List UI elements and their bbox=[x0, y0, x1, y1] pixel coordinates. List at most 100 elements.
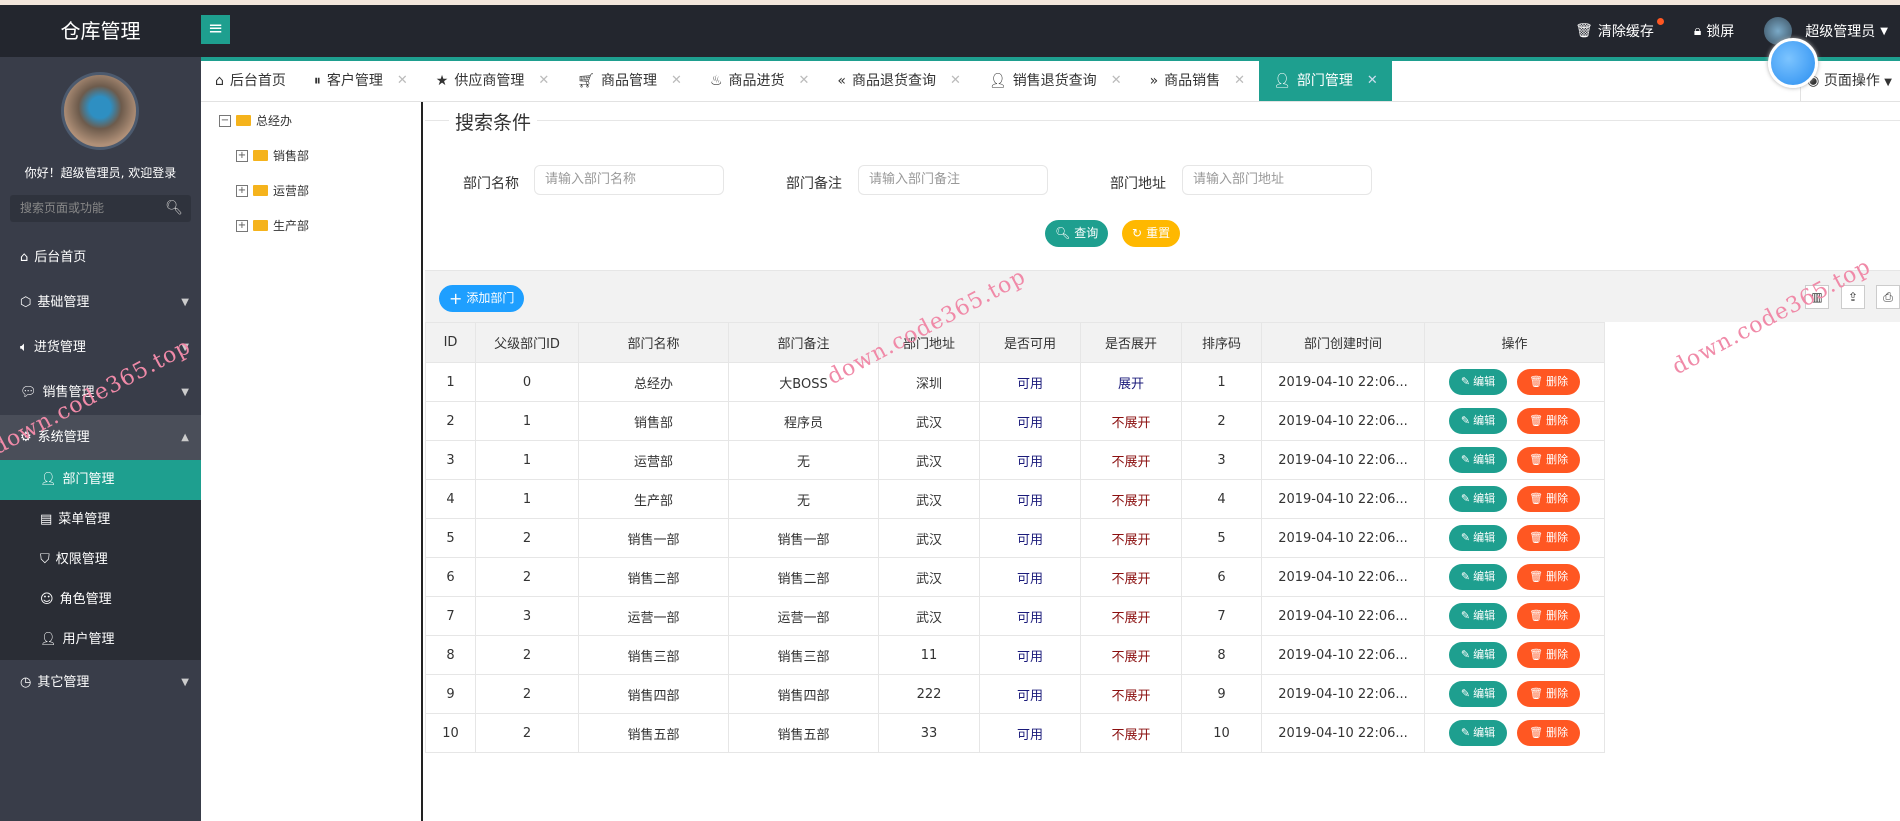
table-row[interactable]: 4 1 生产部无武汉 可用 不展开 4 2019-04-10 22:06... ✎ 编辑 🗑 删除 bbox=[425, 479, 1605, 519]
tree-node[interactable]: + 生产部 bbox=[236, 217, 309, 234]
table-row[interactable]: 9 2 销售四部 销售四部 222 可用 不展开 9 2019-04-10 22:06... ✎ 编… bbox=[425, 674, 1605, 714]
delete-button[interactable]: 🗑 删除 bbox=[1517, 681, 1581, 707]
sidebar-item-sales[interactable]: 💬︎ 销售管理 ▼ bbox=[0, 370, 201, 415]
column-header[interactable]: 部门创建时间 bbox=[1261, 322, 1425, 363]
edit-button[interactable]: ✎ 编辑 bbox=[1448, 525, 1508, 551]
export-icon[interactable]: ⇪ bbox=[1841, 285, 1865, 309]
table-cell: 3 bbox=[1181, 440, 1262, 480]
menu-toggle-button[interactable]: ≡ bbox=[201, 15, 230, 44]
lock-label: 锁屏 bbox=[1706, 24, 1735, 40]
floating-assistant-ball[interactable] bbox=[1768, 38, 1818, 88]
tab-goods[interactable]: 🛒︎ 商品管理 ✕ bbox=[563, 61, 696, 101]
close-icon[interactable]: ✕ bbox=[671, 61, 682, 101]
column-header[interactable]: 是否展开 bbox=[1080, 322, 1182, 363]
tab-outport[interactable]: « 商品退货查询 ✕ bbox=[823, 61, 974, 101]
sidebar-subitem-menu[interactable]: ▤ 菜单管理 bbox=[0, 500, 201, 540]
close-icon[interactable]: ✕ bbox=[1234, 61, 1245, 101]
sidebar-item-basic[interactable]: ⬡ 基础管理 ▼ bbox=[0, 280, 201, 325]
column-header[interactable]: 部门地址 bbox=[878, 322, 980, 363]
column-header[interactable]: 操作 bbox=[1424, 322, 1605, 363]
column-header[interactable]: 父级部门ID bbox=[475, 322, 579, 363]
sidebar-search-input[interactable]: 搜索页面或功能 🔍︎ bbox=[10, 195, 191, 222]
delete-button[interactable]: 🗑 删除 bbox=[1517, 720, 1581, 746]
collapse-icon[interactable]: − bbox=[219, 114, 231, 127]
folder-icon bbox=[253, 150, 268, 161]
delete-button[interactable]: 🗑 删除 bbox=[1517, 447, 1581, 473]
tree-node-root[interactable]: − 总经办 bbox=[219, 112, 292, 129]
home-icon: ⌂ bbox=[215, 73, 224, 89]
table-row[interactable]: 7 3 运营一部 运营一部 武汉 可用 不展开 7 2019-04-10 22:06... ✎ 编辑… bbox=[425, 596, 1605, 636]
edit-button[interactable]: ✎ 编辑 bbox=[1448, 603, 1508, 629]
table-row[interactable]: 10 2 销售五部 销售五部 33 可用 不展开 10 2019-04-10 22:06... ✎… bbox=[425, 713, 1605, 753]
edit-button[interactable]: ✎ 编辑 bbox=[1448, 720, 1508, 746]
delete-button[interactable]: 🗑 删除 bbox=[1517, 525, 1581, 551]
sidebar-subitem-role[interactable]: ☺ 角色管理 bbox=[0, 580, 201, 620]
expand-icon[interactable]: + bbox=[236, 219, 248, 232]
delete-button[interactable]: 🗑 删除 bbox=[1517, 603, 1581, 629]
close-icon[interactable]: ✕ bbox=[397, 61, 408, 101]
close-icon[interactable]: ✕ bbox=[1367, 61, 1378, 101]
delete-button[interactable]: 🗑 删除 bbox=[1517, 408, 1581, 434]
close-icon[interactable]: ✕ bbox=[1111, 61, 1122, 101]
tab-dept[interactable]: 👤︎ 部门管理 ✕ bbox=[1259, 61, 1392, 101]
delete-button[interactable]: 🗑 删除 bbox=[1517, 486, 1581, 512]
column-header[interactable]: 是否可用 bbox=[979, 322, 1081, 363]
edit-button[interactable]: ✎ 编辑 bbox=[1448, 486, 1508, 512]
edit-button[interactable]: ✎ 编辑 bbox=[1448, 681, 1508, 707]
edit-button[interactable]: ✎ 编辑 bbox=[1448, 642, 1508, 668]
sidebar-subitem-user[interactable]: 👤︎ 用户管理 bbox=[0, 620, 201, 660]
user-icon: 👤︎ bbox=[988, 73, 1007, 89]
sidebar-item-home[interactable]: ⌂ 后台首页 bbox=[0, 235, 201, 280]
table-row[interactable]: 6 2 销售二部 销售二部 武汉 可用 不展开 6 2019-04-10 22:06... ✎ 编辑… bbox=[425, 557, 1605, 597]
dept-name-input[interactable]: 请输入部门名称 bbox=[534, 165, 724, 195]
table-row[interactable]: 1 0 总经办 大BOSS 深圳 可用 展开 1 2019-04-10 22:06... ✎ 编辑 🗑… bbox=[425, 362, 1605, 402]
tab-customer[interactable]: ⏸︎ 客户管理 ✕ bbox=[300, 61, 422, 101]
clear-cache-button[interactable]: 🗑 清除缓存 bbox=[1575, 18, 1664, 41]
tree-node[interactable]: + 销售部 bbox=[236, 147, 309, 164]
delete-button[interactable]: 🗑 删除 bbox=[1517, 642, 1581, 668]
column-header[interactable]: 部门备注 bbox=[728, 322, 879, 363]
edit-button[interactable]: ✎ 编辑 bbox=[1448, 564, 1508, 590]
sidebar-subitem-dept[interactable]: 👤︎ 部门管理 bbox=[0, 460, 201, 500]
lock-screen-button[interactable]: 🔒︎ 锁屏 bbox=[1694, 21, 1734, 41]
close-icon[interactable]: ✕ bbox=[538, 61, 549, 101]
table-cell: 7 bbox=[1181, 596, 1262, 636]
add-dept-button[interactable]: + 添加部门 bbox=[439, 285, 525, 312]
columns-filter-icon[interactable]: ▥ bbox=[1805, 285, 1829, 309]
close-icon[interactable]: ✕ bbox=[799, 61, 810, 101]
sidebar-subitem-permission[interactable]: ⛉ 权限管理 bbox=[0, 540, 201, 580]
dept-remark-input[interactable]: 请输入部门备注 bbox=[858, 165, 1048, 195]
tab-sales-return[interactable]: 👤︎ 销售退货查询 ✕ bbox=[975, 61, 1136, 101]
column-header[interactable]: ID bbox=[425, 322, 476, 363]
sidebar-item-system[interactable]: ⚙ 系统管理 ▲ bbox=[0, 415, 201, 460]
tab-label: 商品退货查询 bbox=[852, 73, 936, 89]
edit-button[interactable]: ✎ 编辑 bbox=[1448, 447, 1508, 473]
table-row[interactable]: 5 2 销售一部 销售一部 武汉 可用 不展开 5 2019-04-10 22:06... ✎ 编辑… bbox=[425, 518, 1605, 558]
delete-button[interactable]: 🗑 删除 bbox=[1517, 564, 1581, 590]
close-icon[interactable]: ✕ bbox=[950, 61, 961, 101]
tree-node[interactable]: + 运营部 bbox=[236, 182, 309, 199]
expand-icon[interactable]: + bbox=[236, 149, 248, 162]
tree-node-label: 生产部 bbox=[273, 219, 310, 233]
tab-home[interactable]: ⌂ 后台首页 bbox=[201, 61, 300, 101]
sidebar-item-other[interactable]: ◷ 其它管理 ▼ bbox=[0, 660, 201, 705]
delete-button[interactable]: 🗑 删除 bbox=[1517, 369, 1581, 395]
dept-address-input[interactable]: 请输入部门地址 bbox=[1182, 165, 1372, 195]
reset-button[interactable]: ↻ 重置 bbox=[1122, 220, 1181, 247]
edit-button[interactable]: ✎ 编辑 bbox=[1448, 369, 1508, 395]
tab-inport[interactable]: ♨ 商品进货 ✕ bbox=[696, 61, 823, 101]
expand-icon[interactable]: + bbox=[236, 184, 248, 197]
table-row[interactable]: 8 2 销售三部 销售三部 11 可用 不展开 8 2019-04-10 22:06... ✎ 编辑… bbox=[425, 635, 1605, 675]
tab-sales[interactable]: » 商品销售 ✕ bbox=[1136, 61, 1259, 101]
tab-supplier[interactable]: ★ 供应商管理 ✕ bbox=[422, 61, 563, 101]
column-header[interactable]: 部门名称 bbox=[578, 322, 729, 363]
query-button[interactable]: 🔍︎ 查询 bbox=[1045, 220, 1109, 247]
search-fieldset: 搜索条件 bbox=[425, 108, 1900, 135]
column-header[interactable]: 排序码 bbox=[1181, 322, 1262, 363]
edit-button[interactable]: ✎ 编辑 bbox=[1448, 408, 1508, 434]
print-icon[interactable]: ⎙ bbox=[1876, 285, 1900, 309]
table-row[interactable]: 2 1 销售部 程序员 武汉 可用 不展开 2 2019-04-10 22:06... ✎ 编辑 🗑 删… bbox=[425, 401, 1605, 441]
table-row[interactable]: 3 1 运营部无武汉 可用 不展开 3 2019-04-10 22:06... ✎ 编辑 🗑 删除 bbox=[425, 440, 1605, 480]
sidebar-item-purchase[interactable]: 🔈︎ 进货管理 ▼ bbox=[0, 325, 201, 370]
table-cell: 不展开 bbox=[1080, 596, 1182, 636]
